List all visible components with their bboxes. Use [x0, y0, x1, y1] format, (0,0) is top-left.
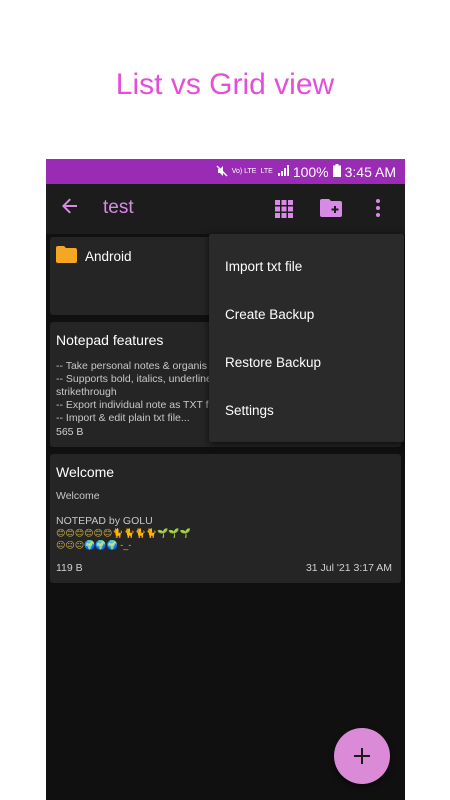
note-size: 565 B [56, 426, 84, 438]
new-folder-icon[interactable] [320, 199, 342, 222]
clock: 3:45 AM [344, 163, 396, 180]
note-title: Notepad features [56, 332, 164, 348]
note-emoji-line: 😊😊😊😊😊😊🐈🐈🐈🐈🌱🌱🌱 [56, 528, 191, 538]
menu-item-create-backup[interactable]: Create Backup [225, 307, 314, 322]
note-date: 31 Jul '21 3:17 AM [305, 562, 392, 574]
note-preview: NOTEPAD by GOLU [56, 515, 153, 527]
folder-name: Android [85, 249, 132, 264]
folder-icon [56, 246, 77, 268]
phone-screen: Vo) LTE LTE 100% 3:45 AM test Android No… [46, 159, 405, 800]
note-preview: Welcome [56, 490, 100, 502]
mute-icon [216, 164, 228, 180]
menu-item-restore-backup[interactable]: Restore Backup [225, 355, 321, 370]
plus-icon [354, 748, 370, 764]
signal-icon [277, 164, 289, 180]
menu-item-settings[interactable]: Settings [225, 403, 274, 418]
battery-percent: 100% [292, 163, 329, 180]
lte-label: LTE [260, 168, 273, 175]
overflow-menu: Import txt file Create Backup Restore Ba… [209, 234, 404, 442]
add-note-button[interactable] [334, 728, 390, 784]
back-arrow-icon[interactable] [60, 196, 84, 220]
note-size: 119 B [56, 562, 83, 574]
status-bar: Vo) LTE LTE 100% 3:45 AM [46, 159, 405, 184]
battery-icon [332, 163, 341, 180]
page-title: test [103, 197, 134, 218]
note-emoji-line: 😐😐😐🌍🌍🌍 -_- [56, 540, 132, 550]
app-bar: test [46, 184, 405, 234]
menu-item-import-txt[interactable]: Import txt file [225, 259, 302, 274]
grid-view-icon[interactable] [275, 200, 293, 223]
caption-title: List vs Grid view [115, 68, 335, 101]
note-title: Welcome [56, 464, 115, 480]
more-vert-icon[interactable] [375, 198, 381, 223]
volte-label: Vo) LTE [231, 168, 257, 175]
note-card[interactable]: Welcome Welcome NOTEPAD by GOLU 😊😊😊😊😊😊🐈🐈… [50, 454, 401, 583]
